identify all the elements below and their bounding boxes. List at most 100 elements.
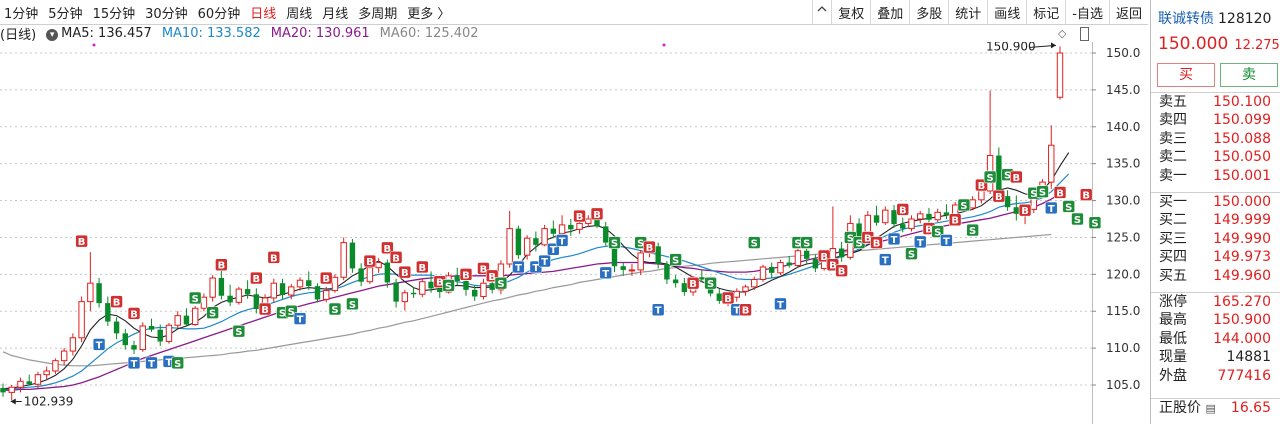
signal-marker-label: S <box>349 300 356 311</box>
collapse-up-icon[interactable] <box>812 0 831 24</box>
table-icon[interactable]: ▤ <box>1205 402 1215 415</box>
security-code: 128120 <box>1218 11 1272 27</box>
y-tick-label: 135.0 <box>1106 157 1140 171</box>
signal-marker-label: T <box>148 359 155 370</box>
candle-body <box>0 387 6 393</box>
signal-marker-label: S <box>331 305 338 316</box>
signal-marker-label: T <box>917 238 924 249</box>
kline-chart[interactable]: 150.0 145.0 140.0 135.0 130.0 125.0 120.0 115.0… <box>0 42 1148 424</box>
tab-daily[interactable]: 日线 <box>250 3 276 22</box>
ma10-value: MA10: 133.582 <box>161 25 261 41</box>
security-name[interactable]: 联诚转债 <box>1158 11 1214 27</box>
signal-marker-label: T <box>541 257 548 268</box>
tab-5min[interactable]: 5分钟 <box>48 3 82 22</box>
candle-body <box>1048 144 1055 183</box>
signal-marker-label: S <box>174 359 181 370</box>
statistics-button[interactable]: 统计 <box>948 0 987 24</box>
y-tick-label: 140.0 <box>1106 120 1140 134</box>
candle-body <box>934 211 941 221</box>
signal-marker-label: T <box>943 236 950 247</box>
signal-marker-label: T <box>882 256 889 267</box>
multi-stock-button[interactable]: 多股 <box>909 0 948 24</box>
signal-marker-label: S <box>707 279 714 290</box>
tab-monthly[interactable]: 月线 <box>322 3 348 22</box>
signal-marker-label: T <box>891 235 898 246</box>
signal-marker-label: B <box>1056 188 1064 199</box>
candle-body <box>209 277 216 298</box>
candle-body <box>375 262 382 269</box>
signal-marker-label: S <box>969 226 976 237</box>
candle-body <box>148 325 155 330</box>
candle-body <box>122 333 129 346</box>
signal-marker-label: B <box>742 306 750 317</box>
mark-button[interactable]: 标记 <box>1026 0 1065 24</box>
ask-row: 卖四 150.099 <box>1159 112 1271 129</box>
candle-body <box>489 283 495 290</box>
candle-body <box>926 213 932 220</box>
scroll-handle[interactable] <box>1080 27 1089 41</box>
y-tick-label: 115.0 <box>1106 304 1140 318</box>
signal-marker-label: S <box>209 309 216 320</box>
candle-body <box>576 222 583 230</box>
signal-marker-label: B <box>899 205 907 216</box>
candle-body <box>533 238 539 245</box>
signal-marker-label: S <box>1065 202 1072 213</box>
candle-body <box>384 262 391 283</box>
signal-marker-label: B <box>392 253 400 264</box>
candle-body <box>891 210 897 225</box>
candle-body <box>227 295 233 303</box>
tab-multi-period[interactable]: 多周期 <box>358 3 397 22</box>
stat-row: 最高 150.900 <box>1159 312 1271 329</box>
signal-marker-label: B <box>1013 173 1021 184</box>
remove-watchlist-button[interactable]: -自选 <box>1065 0 1109 24</box>
candle-body <box>323 290 330 300</box>
stat-row: 最低 144.000 <box>1159 330 1271 347</box>
candle-body <box>314 286 321 300</box>
buy-button[interactable]: 买 <box>1157 63 1215 87</box>
overlay-button[interactable]: 叠加 <box>870 0 909 24</box>
signal-marker-label: B <box>462 270 470 281</box>
candle-body <box>131 345 137 350</box>
tab-weekly[interactable]: 周线 <box>286 3 312 22</box>
ask-row: 卖五 150.100 <box>1159 94 1271 110</box>
sell-button[interactable]: 卖 <box>1220 63 1278 87</box>
signal-marker-label: T <box>602 269 609 280</box>
candle-body <box>838 248 845 258</box>
candle-body <box>288 286 295 296</box>
draw-line-button[interactable]: 画线 <box>987 0 1026 24</box>
candle-body <box>235 288 243 303</box>
signal-marker-label: T <box>1048 204 1055 215</box>
signal-marker-label: S <box>235 327 242 338</box>
tab-60min[interactable]: 60分钟 <box>198 3 241 22</box>
signal-marker-label: B <box>1021 206 1029 217</box>
signal-marker-label: S <box>1039 188 1046 199</box>
candle-body <box>96 283 102 304</box>
signal-marker-label: B <box>646 243 654 254</box>
candle-body <box>244 289 251 295</box>
signal-marker-label: B <box>978 181 986 192</box>
tab-1min[interactable]: 1分钟 <box>4 3 38 22</box>
signal-marker-label: B <box>253 274 261 285</box>
event-dot <box>92 43 96 47</box>
candle-body <box>1004 196 1011 208</box>
signal-marker-label: B <box>873 239 881 250</box>
candle-body <box>777 262 784 274</box>
candle-body <box>1013 207 1020 214</box>
tab-30min[interactable]: 30分钟 <box>145 3 188 22</box>
candle-body <box>558 224 566 235</box>
stat-row: 正股价 ▤ 16.65 <box>1159 400 1271 416</box>
candle-body <box>681 283 688 293</box>
signal-marker-label: B <box>418 263 426 274</box>
chevron-down-icon[interactable]: ▾ <box>46 28 59 41</box>
ask-row: 卖一 150.001 <box>1159 167 1271 184</box>
tab-15min[interactable]: 15分钟 <box>93 3 136 22</box>
tab-more[interactable]: 更多 〉 <box>407 3 450 22</box>
restore-rights-button[interactable]: 复权 <box>831 0 870 24</box>
ask-row: 卖二 150.050 <box>1159 149 1271 166</box>
signal-marker-label: S <box>445 281 452 292</box>
stats-block: 涨停 165.270 最高 150.900 最低 144.000 现量 14881 外盘… <box>1151 292 1280 385</box>
back-button[interactable]: 返回 <box>1108 0 1148 24</box>
diamond-icon[interactable]: ◇ <box>1058 27 1066 40</box>
signal-marker-label: T <box>559 236 566 247</box>
candle-body <box>437 288 443 293</box>
